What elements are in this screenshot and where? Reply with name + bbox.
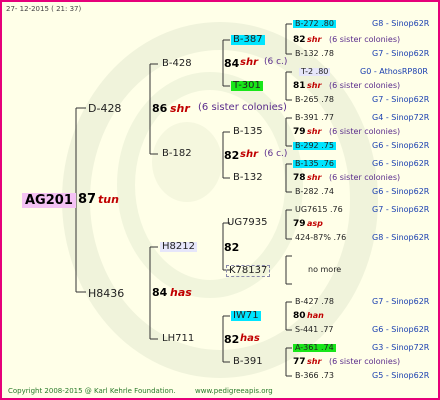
gen4-b282-pedigree[interactable]: G6 - Sinop62R: [372, 188, 429, 196]
gen4-ug7935-tag: asp: [307, 219, 323, 228]
gen4-r10-year: 78: [293, 173, 306, 183]
gen4-b265-pedigree[interactable]: G7 - Sinop62R: [372, 96, 429, 104]
gen4-ug7935-pedigree[interactable]: G8 - Sinop62R: [372, 234, 429, 242]
gen4-r4-sisters: (6 sister colonies): [329, 81, 401, 90]
g1-dam-tag: has: [170, 286, 192, 299]
pedigree-canvas: 27- 12-2015 ( 21: 37) AG201 87 tun D-428…: [0, 0, 440, 400]
gen4-b135[interactable]: B-135 .76: [293, 160, 336, 168]
gen3-k78137[interactable]: K78137: [226, 265, 271, 277]
gen2-h8212[interactable]: H8212: [160, 242, 197, 252]
gen4-b427[interactable]: B-427 .78: [295, 298, 334, 306]
gen3-iw71[interactable]: IW71: [231, 311, 261, 321]
gen4-b391-tag: shr: [307, 357, 322, 366]
gen4-b272[interactable]: B-272 .80: [293, 20, 336, 28]
g2-3-tag: has: [240, 333, 260, 344]
gen4-ug7935-year: 79: [293, 219, 306, 229]
g2-0-sisters: (6 c.): [264, 57, 288, 67]
gen4-r4-tag: shr: [307, 81, 322, 90]
gen2-b428[interactable]: B-428: [162, 59, 192, 69]
gen4-t2-pedigree[interactable]: G0 - AthosRP80R: [360, 68, 428, 76]
gen4-ug7935-extra: 424-87% .76: [295, 233, 347, 242]
footer-copyright: Copyright 2008-2015 @ Karl Kehrle Founda…: [8, 387, 176, 395]
g1-dam-year: 84: [152, 286, 168, 299]
gen4-r7-tag: shr: [307, 127, 322, 136]
gen4-b272-pedigree[interactable]: G8 - Sinop62R: [372, 20, 429, 28]
gen4-iw71-tag: han: [307, 311, 324, 320]
gen4-b282[interactable]: B-282 .74: [295, 188, 334, 196]
gen4-ug7615[interactable]: UG7615 .76: [295, 206, 343, 214]
gen3-ug7935[interactable]: UG7935: [227, 218, 268, 228]
gen4-r1-year: 82: [293, 35, 306, 45]
gen2-b182[interactable]: B-182: [162, 149, 192, 159]
gen4-ug7615-pedigree[interactable]: G7 - Sinop62R: [372, 206, 429, 214]
gen4-b427-pedigree[interactable]: G7 - Sinop62R: [372, 298, 429, 306]
footer-site-link[interactable]: www.pedigreeapis.org: [195, 388, 273, 395]
gen4-a361[interactable]: A-361 .74: [293, 344, 336, 352]
gen4-r1-tag: shr: [307, 35, 322, 44]
gen4-b366-pedigree[interactable]: G5 - Sinop62R: [372, 372, 429, 380]
gen4-iw71-year: 80: [293, 311, 306, 321]
gen2-lh711[interactable]: LH711: [162, 334, 194, 344]
gen4-b391[interactable]: B-391 .77: [295, 114, 334, 122]
gen3-b135[interactable]: B-135: [233, 127, 263, 137]
g2-1-sisters: (6 c.): [264, 149, 288, 159]
gen4-b292-pedigree[interactable]: G6 - Sinop62R: [372, 142, 429, 150]
gen4-b132[interactable]: B-132 .78: [295, 50, 334, 58]
gen4-b391-pedigree[interactable]: G4 - Sinop72R: [372, 114, 429, 122]
g2-1-tag: shr: [240, 149, 259, 160]
gen4-b366[interactable]: B-366 .73: [295, 372, 334, 380]
gen4-r10-tag: shr: [307, 173, 322, 182]
subject-colony-id[interactable]: AG201: [22, 193, 76, 208]
gen3-b132[interactable]: B-132: [233, 173, 263, 183]
gen3-b391[interactable]: B-391: [233, 357, 263, 367]
date-stamp: 27- 12-2015 ( 21: 37): [6, 5, 82, 13]
gen3-b387[interactable]: B-387: [231, 35, 265, 45]
gen4-r4-year: 81: [293, 81, 306, 91]
subject-tag: tun: [98, 193, 119, 206]
g2-0-tag: shr: [240, 57, 259, 68]
gen4-b292[interactable]: B-292 .75: [293, 142, 336, 150]
g2-1-year: 82: [224, 149, 240, 162]
dam-line-id[interactable]: H8436: [88, 288, 124, 299]
g1-sire-sisters: (6 sister colonies): [198, 102, 287, 113]
g2-0-year: 84: [224, 57, 240, 70]
gen3-t301[interactable]: T-301: [231, 81, 263, 91]
subject-year: 87: [78, 192, 97, 207]
gen4-r1-sisters: (6 sister colonies): [329, 35, 401, 44]
g2-2-year: 82: [224, 241, 240, 254]
gen4-r7-sisters: (6 sister colonies): [329, 127, 401, 136]
gen4-b391-year: 77: [293, 357, 306, 367]
gen4-s441-pedigree[interactable]: G6 - Sinop62R: [372, 326, 429, 334]
g2-3-year: 82: [224, 333, 240, 346]
g1-sire-tag: shr: [170, 102, 190, 115]
gen4-s441[interactable]: S-441 .77: [295, 326, 334, 334]
gen4-b265[interactable]: B-265 .78: [295, 96, 334, 104]
gen4-r7-year: 79: [293, 127, 306, 137]
g1-sire-year: 86: [152, 102, 168, 115]
gen4-a361-pedigree[interactable]: G3 - Sinop72R: [372, 344, 429, 352]
gen4-b132-pedigree[interactable]: G7 - Sinop62R: [372, 50, 429, 58]
sire-line-id[interactable]: D-428: [88, 103, 121, 114]
gen4-b135-pedigree[interactable]: G6 - Sinop62R: [372, 160, 429, 168]
gen4-t2[interactable]: T-2 .80: [299, 68, 331, 76]
gen4-b391-sisters: (6 sister colonies): [329, 357, 401, 366]
gen4-r10-sisters: (6 sister colonies): [329, 173, 401, 182]
no-more-label: no more: [308, 265, 342, 274]
